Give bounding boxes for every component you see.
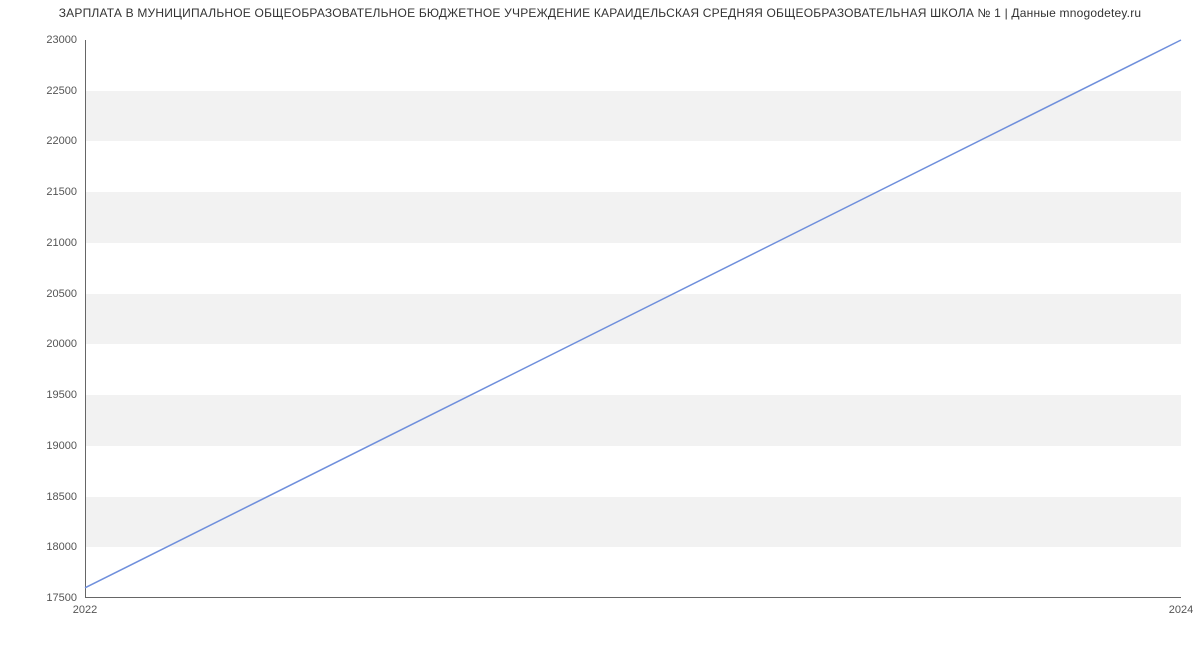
y-tick-label: 18000 (46, 541, 85, 553)
y-tick-label: 22500 (46, 85, 85, 97)
chart-container: ЗАРПЛАТА В МУНИЦИПАЛЬНОЕ ОБЩЕОБРАЗОВАТЕЛ… (0, 0, 1200, 650)
y-tick-label: 18500 (46, 491, 85, 503)
y-tick-label: 19000 (46, 440, 85, 452)
y-tick-label: 21500 (46, 186, 85, 198)
plot-area: 1750018000185001900019500200002050021000… (85, 40, 1181, 598)
y-tick-label: 23000 (46, 34, 85, 46)
series-line (85, 40, 1181, 588)
x-tick-label: 2024 (1169, 598, 1193, 616)
y-tick-label: 20500 (46, 288, 85, 300)
chart-title: ЗАРПЛАТА В МУНИЦИПАЛЬНОЕ ОБЩЕОБРАЗОВАТЕЛ… (0, 6, 1200, 20)
line-layer (85, 40, 1181, 598)
x-tick-label: 2022 (73, 598, 97, 616)
y-tick-label: 19500 (46, 389, 85, 401)
y-tick-label: 22000 (46, 135, 85, 147)
y-tick-label: 21000 (46, 237, 85, 249)
y-tick-label: 20000 (46, 338, 85, 350)
